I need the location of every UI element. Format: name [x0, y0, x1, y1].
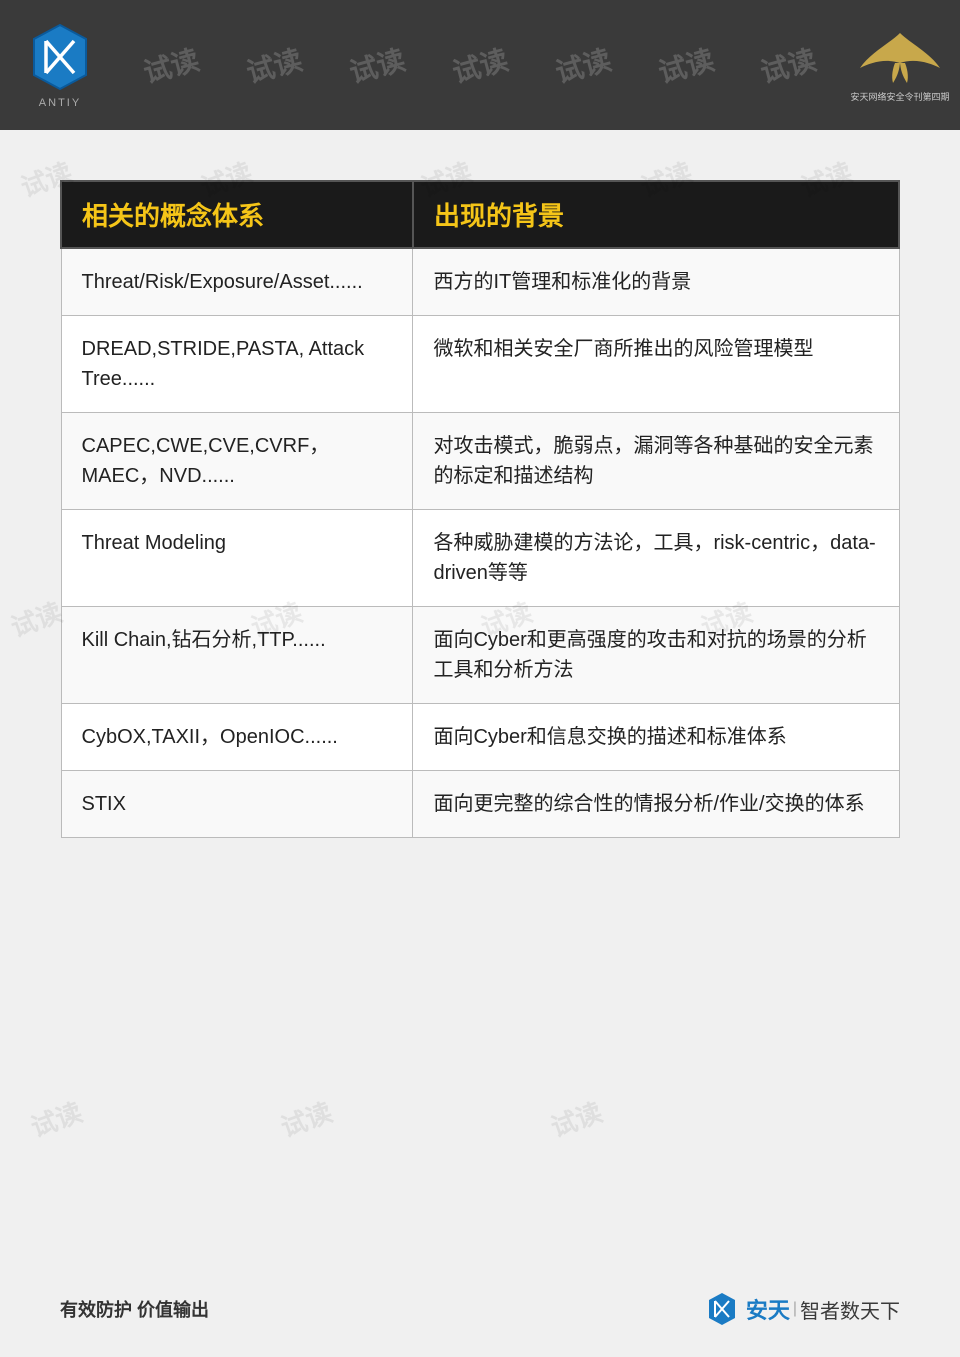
- header-wm-3: 试读: [345, 38, 409, 91]
- table-cell-right: 对攻击模式，脆弱点，漏洞等各种基础的安全元素的标定和描述结构: [413, 413, 899, 510]
- antiy-logo-icon: [24, 21, 96, 93]
- table-cell-right: 各种威胁建模的方法论，工具，risk-centric，data-driven等等: [413, 510, 899, 607]
- header-wm-6: 试读: [653, 38, 717, 91]
- table-row: Threat Modeling各种威胁建模的方法论，工具，risk-centri…: [61, 510, 899, 607]
- table-cell-right: 微软和相关安全厂商所推出的风险管理模型: [413, 316, 899, 413]
- header-watermark-area: 试读 试读 试读 试读 试读 试读 试读: [120, 0, 840, 130]
- table-cell-left: Threat Modeling: [61, 510, 413, 607]
- footer-brand-divider: |: [793, 1300, 797, 1318]
- table-row: DREAD,STRIDE,PASTA, Attack Tree......微软和…: [61, 316, 899, 413]
- footer-right: 安天 | 智者数天下: [704, 1291, 900, 1327]
- footer-brand-left: 安天: [746, 1293, 790, 1325]
- footer: 有效防护 价值输出 安天 | 智者数天下: [0, 1291, 960, 1327]
- logo-area: ANTIY: [0, 0, 120, 130]
- footer-logo-icon: [704, 1291, 740, 1327]
- table-cell-right: 面向更完整的综合性的情报分析/作业/交换的体系: [413, 771, 899, 838]
- body-wm-10: 试读: [25, 1092, 87, 1145]
- table-row: STIX面向更完整的综合性的情报分析/作业/交换的体系: [61, 771, 899, 838]
- concept-table: 相关的概念体系 出现的背景 Threat/Risk/Exposure/Asset…: [60, 180, 900, 838]
- table-cell-left: Kill Chain,钻石分析,TTP......: [61, 607, 413, 704]
- header-wm-4: 试读: [448, 38, 512, 91]
- table-row: CybOX,TAXII，OpenIOC......面向Cyber和信息交换的描述…: [61, 704, 899, 771]
- table-cell-left: CAPEC,CWE,CVE,CVRF，MAEC，NVD......: [61, 413, 413, 510]
- logo-text: ANTIY: [39, 97, 81, 109]
- right-brand-icon: [855, 28, 945, 88]
- footer-brand-right: 智者数天下: [800, 1295, 900, 1324]
- header-wm-2: 试读: [242, 38, 306, 91]
- header: ANTIY 试读 试读 试读 试读 试读 试读 试读 安天网络安全令刊第四期: [0, 0, 960, 130]
- table-cell-left: Threat/Risk/Exposure/Asset......: [61, 248, 413, 316]
- table-cell-left: STIX: [61, 771, 413, 838]
- table-cell-right: 面向Cyber和信息交换的描述和标准体系: [413, 704, 899, 771]
- footer-left-text: 有效防护 价值输出: [60, 1296, 209, 1322]
- header-wm-1: 试读: [139, 38, 203, 91]
- header-wm-7: 试读: [756, 38, 820, 91]
- table-cell-right: 西方的IT管理和标准化的背景: [413, 248, 899, 316]
- header-wm-5: 试读: [551, 38, 615, 91]
- table-row: Kill Chain,钻石分析,TTP......面向Cyber和更高强度的攻击…: [61, 607, 899, 704]
- table-cell-left: CybOX,TAXII，OpenIOC......: [61, 704, 413, 771]
- table-row: Threat/Risk/Exposure/Asset......西方的IT管理和…: [61, 248, 899, 316]
- main-content: 相关的概念体系 出现的背景 Threat/Risk/Exposure/Asset…: [0, 130, 960, 878]
- body-wm-12: 试读: [545, 1092, 607, 1145]
- body-wm-11: 试读: [275, 1092, 337, 1145]
- table-row: CAPEC,CWE,CVE,CVRF，MAEC，NVD......对攻击模式，脆…: [61, 413, 899, 510]
- col2-header: 出现的背景: [413, 181, 899, 248]
- table-cell-left: DREAD,STRIDE,PASTA, Attack Tree......: [61, 316, 413, 413]
- table-cell-right: 面向Cyber和更高强度的攻击和对抗的场景的分析工具和分析方法: [413, 607, 899, 704]
- right-logo-subtitle: 安天网络安全令刊第四期: [850, 90, 949, 103]
- header-right-logo: 安天网络安全令刊第四期: [840, 15, 960, 115]
- col1-header: 相关的概念体系: [61, 181, 413, 248]
